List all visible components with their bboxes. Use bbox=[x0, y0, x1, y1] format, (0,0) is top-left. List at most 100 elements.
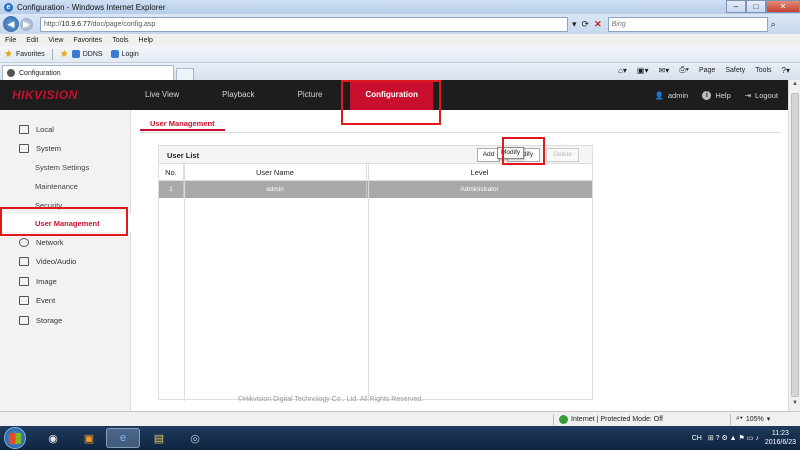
new-tab-button[interactable] bbox=[176, 68, 194, 80]
favorite-link-label: DDNS bbox=[82, 50, 103, 58]
tools-menu[interactable]: Tools bbox=[755, 67, 771, 74]
menu-file[interactable]: File bbox=[5, 37, 16, 44]
nav-configuration[interactable]: Configuration bbox=[350, 80, 433, 110]
user-menu[interactable]: 👤 admin bbox=[655, 91, 689, 100]
nav-live-view[interactable]: Live View bbox=[130, 80, 194, 110]
sidebar-item-network[interactable]: Network bbox=[0, 233, 131, 251]
close-window-button[interactable]: ✕ bbox=[766, 0, 800, 13]
globe-icon bbox=[19, 237, 29, 247]
main-nav: Live View Playback Picture Configuration bbox=[130, 80, 446, 110]
media-taskbar-icon[interactable]: ◎ bbox=[178, 428, 212, 448]
sidebar-item-event[interactable]: Event bbox=[0, 291, 131, 309]
menu-bar: File Edit View Favorites Tools Help bbox=[0, 34, 800, 46]
sidebar-item-local[interactable]: Local bbox=[0, 120, 131, 138]
chrome-taskbar-icon[interactable]: ◉ bbox=[36, 428, 70, 448]
zone-label: Internet | Protected Mode: Off bbox=[571, 416, 663, 423]
hikvision-logo: HIKVISION bbox=[12, 88, 78, 102]
system-icon bbox=[19, 143, 29, 153]
menu-help[interactable]: Help bbox=[139, 37, 153, 44]
sidebar-item-label: User Management bbox=[35, 218, 100, 228]
tab-user-management[interactable]: User Management bbox=[140, 116, 225, 131]
favorite-link-login[interactable]: Login bbox=[110, 50, 139, 58]
scroll-up-arrow-icon[interactable]: ▲ bbox=[790, 81, 800, 91]
sidebar-item-label: Event bbox=[36, 295, 56, 305]
help-icon[interactable]: ?▾ bbox=[782, 66, 790, 75]
help-label: Help bbox=[715, 90, 731, 100]
page-scrollbar[interactable]: ▲ ▼ bbox=[788, 80, 800, 411]
language-indicator[interactable]: CH bbox=[692, 435, 702, 442]
tray-icons[interactable]: ⊞ ? ⚙ ▲ ⚑ ▭ ♪ bbox=[708, 434, 759, 442]
window-titlebar: e Configuration - Windows Internet Explo… bbox=[0, 0, 800, 14]
scroll-down-arrow-icon[interactable]: ▼ bbox=[790, 400, 800, 410]
address-bar[interactable]: http://10.9.6.77/doc/page/config.asp bbox=[40, 16, 568, 32]
refresh-icon[interactable]: ⟳ bbox=[582, 19, 590, 30]
feeds-icon[interactable]: ▣▾ bbox=[637, 66, 649, 75]
menu-view[interactable]: View bbox=[48, 37, 63, 44]
security-zone[interactable]: Internet | Protected Mode: Off bbox=[559, 415, 663, 424]
nav-playback[interactable]: Playback bbox=[207, 80, 269, 110]
cell-level: Administrator bbox=[460, 186, 499, 193]
favorite-link-label: Login bbox=[121, 50, 139, 58]
menu-favorites[interactable]: Favorites bbox=[73, 37, 102, 44]
zoom-icon: ⌕▾ bbox=[736, 415, 743, 422]
sidebar-item-security[interactable]: Security bbox=[0, 196, 131, 214]
calendar-icon bbox=[19, 295, 29, 305]
sidebar-item-label: Security bbox=[35, 200, 63, 210]
explorer-taskbar-icon[interactable]: ▤ bbox=[142, 428, 176, 448]
sidebar-item-system-settings[interactable]: System Settings bbox=[0, 158, 131, 176]
main-content: User Management User List Add Modify Del… bbox=[131, 110, 788, 411]
maximize-button[interactable]: □ bbox=[746, 0, 766, 13]
clock[interactable]: 11:23 2016/6/23 bbox=[765, 429, 796, 447]
config-sidebar: Local System System Settings Maintenance… bbox=[0, 110, 131, 411]
scrollbar-thumb[interactable] bbox=[791, 93, 799, 397]
tab-underline bbox=[140, 132, 780, 133]
sidebar-item-label: Storage bbox=[36, 315, 63, 325]
sidebar-item-user-management[interactable]: User Management bbox=[0, 214, 131, 232]
favorites-star-icon[interactable]: ★ bbox=[4, 49, 13, 60]
username-label: admin bbox=[667, 90, 689, 100]
menu-edit[interactable]: Edit bbox=[26, 37, 38, 44]
help-circle-icon: i bbox=[702, 90, 712, 100]
logout-icon: ⇥ bbox=[744, 90, 752, 100]
minimize-button[interactable]: – bbox=[726, 0, 746, 13]
favorite-link-ddns[interactable]: DDNS bbox=[71, 50, 103, 58]
system-tray: CH ⊞ ? ⚙ ▲ ⚑ ▭ ♪ 11:23 2016/6/23 bbox=[692, 426, 796, 450]
stop-icon[interactable]: ✕ bbox=[594, 19, 602, 30]
mail-icon[interactable]: ✉▾ bbox=[658, 66, 669, 75]
outlook-taskbar-icon[interactable]: ▣ bbox=[72, 428, 106, 448]
ie-taskbar-icon[interactable]: e bbox=[106, 428, 140, 448]
tab-configuration[interactable]: Configuration bbox=[2, 65, 174, 80]
cell-no: 1 bbox=[159, 181, 184, 198]
monitor-icon bbox=[19, 124, 29, 134]
sidebar-item-maintenance[interactable]: Maintenance bbox=[0, 177, 131, 195]
back-button[interactable]: ◀ bbox=[3, 16, 19, 32]
zoom-control[interactable]: ⌕▾ 105% ▾ bbox=[736, 415, 770, 423]
print-icon[interactable]: ⎙▾ bbox=[679, 65, 689, 75]
column-divider bbox=[184, 164, 185, 401]
search-icon[interactable]: ⌕ bbox=[771, 19, 776, 30]
sidebar-item-system[interactable]: System bbox=[0, 139, 131, 157]
safety-menu[interactable]: Safety bbox=[725, 67, 745, 74]
forward-button[interactable]: ▶ bbox=[20, 17, 33, 31]
table-row[interactable]: 1 admin Administrator bbox=[159, 181, 592, 198]
status-bar: Internet | Protected Mode: Off ⌕▾ 105% ▾ bbox=[0, 411, 800, 426]
sidebar-item-storage[interactable]: Storage bbox=[0, 311, 131, 329]
menu-tools[interactable]: Tools bbox=[112, 37, 128, 44]
favorites-button[interactable]: Favorites bbox=[16, 51, 45, 58]
help-link[interactable]: i Help bbox=[702, 90, 731, 100]
page-menu[interactable]: Page bbox=[699, 67, 715, 74]
delete-user-button[interactable]: Delete bbox=[546, 148, 579, 162]
add-favorite-icon[interactable]: ★ bbox=[60, 49, 69, 60]
window-title: Configuration - Windows Internet Explore… bbox=[17, 2, 166, 12]
sidebar-item-image[interactable]: Image bbox=[0, 272, 131, 290]
chevron-down-icon: ▾ bbox=[766, 416, 771, 423]
user-list-header: User List Add Modify Delete bbox=[159, 146, 592, 164]
sidebar-item-video-audio[interactable]: Video/Audio bbox=[0, 252, 131, 270]
start-button[interactable] bbox=[4, 427, 26, 449]
logout-link[interactable]: ⇥ Logout bbox=[745, 91, 778, 100]
compatibility-icon[interactable]: ▾ bbox=[572, 19, 577, 30]
nav-picture[interactable]: Picture bbox=[283, 80, 338, 110]
home-icon[interactable]: ⌂▾ bbox=[618, 66, 627, 75]
app-header: HIKVISION Live View Playback Picture Con… bbox=[0, 80, 788, 110]
search-input[interactable]: Bing bbox=[607, 16, 768, 32]
